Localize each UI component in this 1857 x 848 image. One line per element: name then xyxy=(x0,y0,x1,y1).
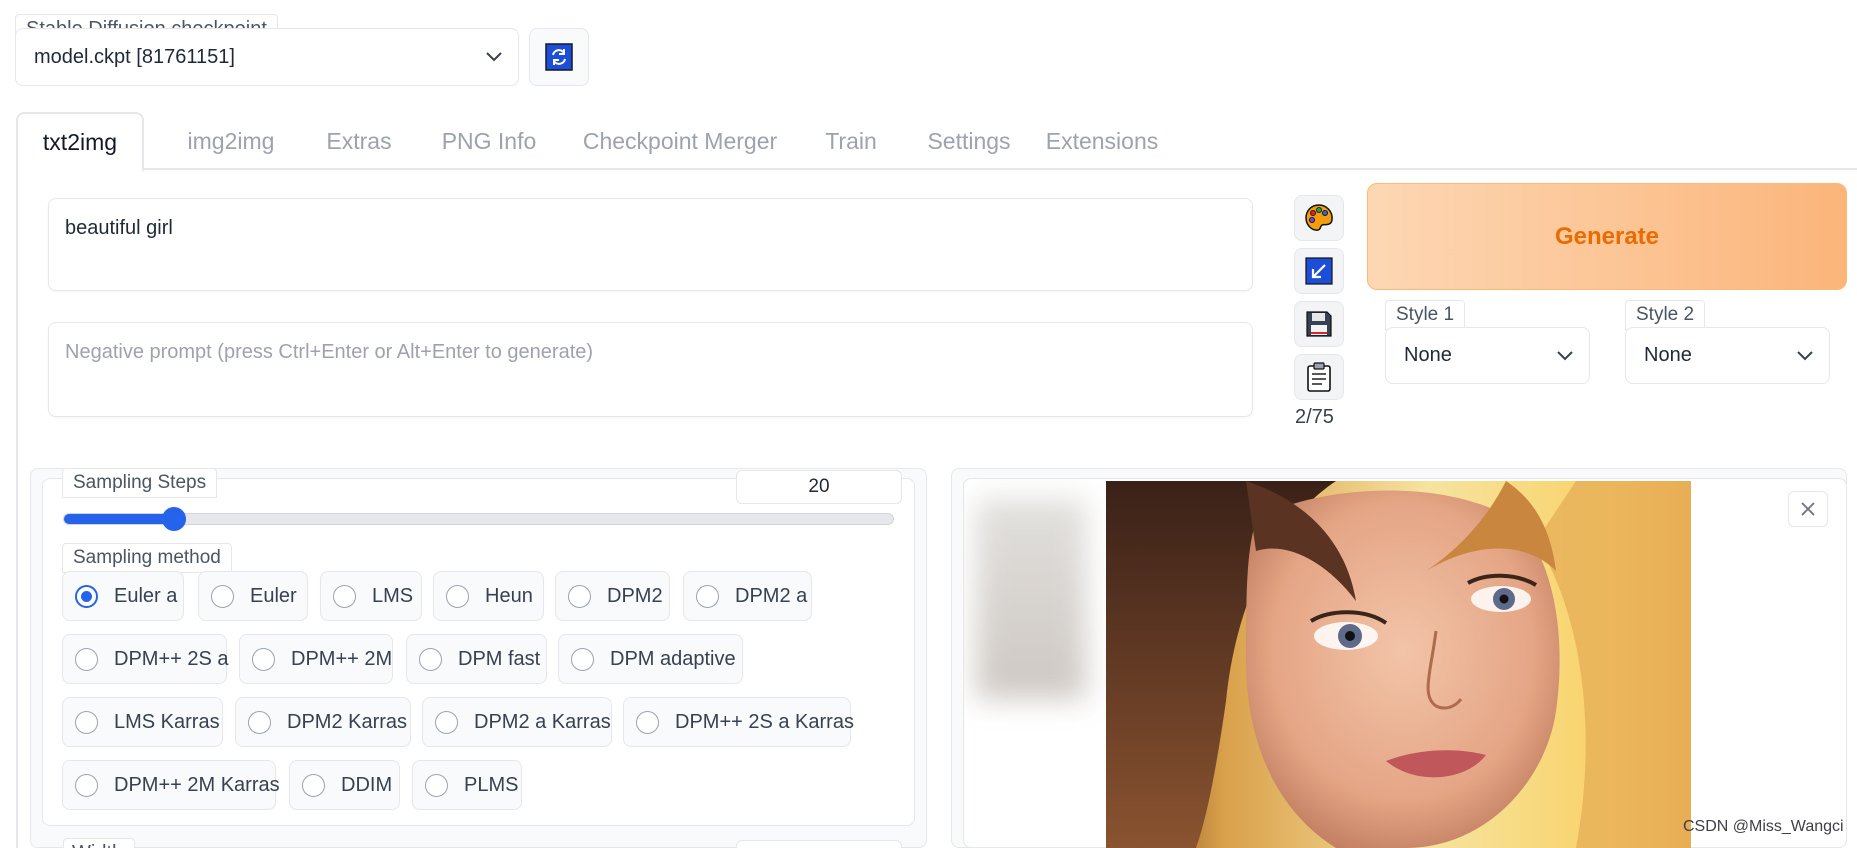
sampling-method-label: Sampling method xyxy=(62,543,232,573)
width-label: Width xyxy=(63,838,135,848)
tab-train[interactable]: Train xyxy=(796,112,906,170)
tab-png-info[interactable]: PNG Info xyxy=(414,112,564,170)
radio-button[interactable] xyxy=(568,584,591,608)
refresh-icon xyxy=(545,43,573,71)
sampling-method-option[interactable]: DPM++ 2S a Karras xyxy=(623,697,854,747)
radio-button[interactable] xyxy=(302,773,325,797)
radio-label: Heun xyxy=(485,584,533,607)
palette-icon xyxy=(1305,204,1333,231)
tab-txt2img[interactable]: txt2img xyxy=(16,112,144,172)
radio-label: PLMS xyxy=(464,773,519,796)
close-button[interactable] xyxy=(1788,491,1828,527)
radio-button[interactable] xyxy=(333,584,356,608)
paste-button[interactable] xyxy=(1294,354,1344,400)
chevron-down-icon xyxy=(1797,350,1813,360)
tab-extensions[interactable]: Extensions xyxy=(1032,112,1172,170)
sampling-steps-input[interactable]: 20 xyxy=(736,470,902,504)
style2-dropdown[interactable]: None xyxy=(1625,327,1830,384)
radio-label: LMS xyxy=(372,584,414,607)
radio-label: DDIM xyxy=(341,773,393,796)
radio-button[interactable] xyxy=(435,710,458,734)
generated-image[interactable] xyxy=(1106,481,1691,848)
style1-value: None xyxy=(1404,344,1452,366)
sampling-method-option[interactable]: DPM2 Karras xyxy=(235,697,411,747)
blurred-background xyxy=(976,499,1086,699)
radio-button[interactable] xyxy=(75,584,98,608)
panel-border xyxy=(16,170,18,848)
generate-button[interactable]: Generate xyxy=(1367,183,1847,290)
radio-button[interactable] xyxy=(419,647,442,671)
apply-style-button[interactable] xyxy=(1294,248,1344,294)
radio-label: DPM2 a Karras xyxy=(474,710,611,733)
sampling-steps-label: Sampling Steps xyxy=(62,468,218,498)
save-style-button[interactable] xyxy=(1294,301,1344,347)
radio-button[interactable] xyxy=(252,647,275,671)
tab-checkpoint-merger[interactable]: Checkpoint Merger xyxy=(564,112,796,170)
sampling-method-option[interactable]: Euler a xyxy=(62,571,184,621)
radio-label: Euler a xyxy=(114,584,178,607)
style1-dropdown[interactable]: None xyxy=(1385,327,1590,384)
sampling-method-option[interactable]: DPM++ 2S a xyxy=(62,634,229,684)
refresh-checkpoint-button[interactable] xyxy=(529,28,589,86)
sampling-method-option[interactable]: Euler xyxy=(198,571,308,621)
checkpoint-value: model.ckpt [81761151] xyxy=(34,45,235,68)
radio-button[interactable] xyxy=(425,773,448,797)
radio-button[interactable] xyxy=(446,584,469,608)
radio-button[interactable] xyxy=(75,710,98,734)
sampling-method-option[interactable]: DPM++ 2M xyxy=(239,634,393,684)
radio-label: DPM adaptive xyxy=(610,647,736,670)
radio-button[interactable] xyxy=(248,710,271,734)
token-counter: 2/75 xyxy=(1295,406,1334,428)
style2-label: Style 2 xyxy=(1625,300,1706,330)
portrait-image xyxy=(1106,481,1691,848)
sampling-method-option[interactable]: DPM adaptive xyxy=(558,634,743,684)
radio-button[interactable] xyxy=(636,710,659,734)
radio-label: DPM++ 2M xyxy=(291,647,393,670)
tab-img2img[interactable]: img2img xyxy=(158,112,304,170)
check-arrow-icon xyxy=(1305,257,1333,285)
sampling-method-option[interactable]: DPM2 a xyxy=(683,571,812,621)
radio-label: Euler xyxy=(250,584,297,607)
tab-settings[interactable]: Settings xyxy=(906,112,1032,170)
main-tabs: txt2img img2img Extras PNG Info Checkpoi… xyxy=(16,112,1857,172)
clipboard-icon xyxy=(1307,362,1331,392)
sampling-method-option[interactable]: LMS xyxy=(320,571,422,621)
sampling-method-option[interactable]: DPM2 a Karras xyxy=(422,697,612,747)
slider-fill xyxy=(64,514,176,524)
radio-label: DPM2 Karras xyxy=(287,710,408,733)
sampling-method-option[interactable]: LMS Karras xyxy=(62,697,223,747)
watermark-text: CSDN @Miss_Wangci xyxy=(1683,818,1844,835)
radio-button[interactable] xyxy=(211,584,234,608)
checkpoint-dropdown[interactable]: model.ckpt [81761151] xyxy=(15,28,519,86)
sampling-method-option[interactable]: DPM fast xyxy=(406,634,547,684)
sampling-method-option[interactable]: DPM++ 2M Karras xyxy=(62,760,280,810)
radio-button[interactable] xyxy=(696,584,719,608)
radio-label: DPM++ 2S a Karras xyxy=(675,710,854,733)
radio-label: DPM++ 2S a xyxy=(114,647,229,670)
radio-button[interactable] xyxy=(75,773,98,797)
close-icon xyxy=(1801,502,1815,516)
sampling-steps-slider[interactable] xyxy=(63,513,894,525)
style1-label: Style 1 xyxy=(1385,300,1466,330)
chevron-down-icon xyxy=(1557,350,1573,360)
negative-prompt-input[interactable]: Negative prompt (press Ctrl+Enter or Alt… xyxy=(48,322,1253,417)
radio-label: DPM2 xyxy=(607,584,663,607)
radio-button[interactable] xyxy=(75,647,98,671)
sampling-method-option[interactable]: PLMS xyxy=(412,760,522,810)
radio-label: DPM2 a xyxy=(735,584,808,607)
interrogate-button[interactable] xyxy=(1294,195,1344,241)
chevron-down-icon xyxy=(486,52,502,62)
sampling-method-option[interactable]: DDIM xyxy=(289,760,400,810)
radio-label: LMS Karras xyxy=(114,710,220,733)
width-input[interactable] xyxy=(736,840,902,848)
sampling-method-option[interactable]: DPM2 xyxy=(555,571,670,621)
floppy-disk-icon xyxy=(1306,311,1332,337)
radio-button[interactable] xyxy=(571,647,594,671)
radio-label: DPM++ 2M Karras xyxy=(114,773,280,796)
prompt-input[interactable]: beautiful girl xyxy=(48,198,1253,291)
style2-value: None xyxy=(1644,344,1692,366)
tab-extras[interactable]: Extras xyxy=(304,112,414,170)
radio-label: DPM fast xyxy=(458,647,541,670)
sampling-method-option[interactable]: Heun xyxy=(433,571,544,621)
